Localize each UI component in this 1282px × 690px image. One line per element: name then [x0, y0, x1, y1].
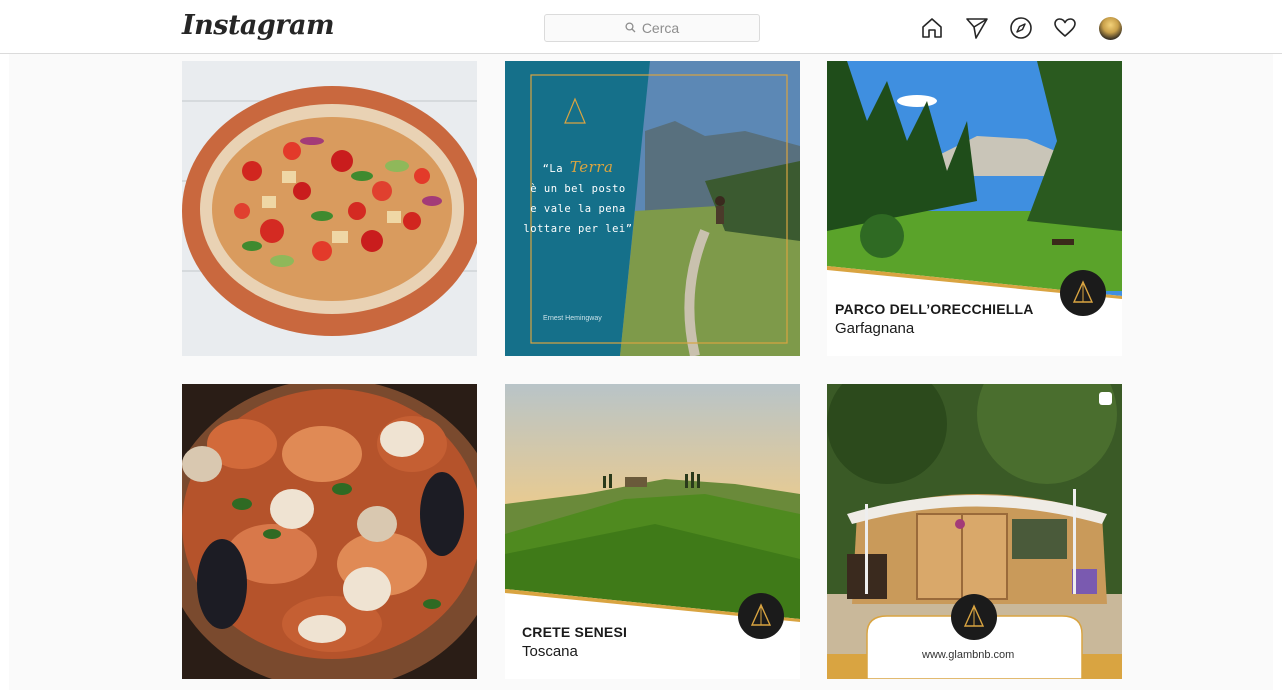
quote-line: lottare per lei”: [523, 223, 633, 235]
post-salad[interactable]: [182, 61, 477, 356]
profile-avatar[interactable]: [1099, 17, 1122, 40]
post-crete-senesi[interactable]: CRETE SENESI Toscana: [505, 384, 800, 679]
place-subtitle: Toscana: [522, 643, 578, 660]
seafood-image: [182, 384, 477, 679]
right-margin: [1273, 0, 1282, 690]
top-navigation-bar: Instagram Cerca: [0, 0, 1282, 54]
search-input[interactable]: Cerca: [544, 14, 760, 42]
multi-post-icon: [1099, 392, 1112, 405]
post-quote[interactable]: “La Terra è un bel posto e vale la pena …: [505, 61, 800, 356]
post-seafood[interactable]: [182, 384, 477, 679]
instagram-logo[interactable]: Instagram: [182, 10, 335, 41]
glambnb-badge: [951, 594, 997, 640]
salad-image: [182, 61, 477, 356]
quote-line: e vale la pena: [530, 203, 626, 215]
activity-icon[interactable]: [1053, 15, 1077, 41]
search-icon: [625, 20, 636, 36]
glambnb-badge: [1060, 270, 1106, 316]
quote-author: Ernest Hemingway: [543, 315, 602, 322]
quote-line: è un bel posto: [530, 183, 626, 195]
search-placeholder: Cerca: [641, 20, 680, 36]
quote-open: “La: [542, 163, 564, 175]
glambnb-badge: [738, 593, 784, 639]
post-orecchiella[interactable]: PARCO DELL’ORECCHIELLA Garfagnana: [827, 61, 1122, 356]
promo-url: www.glambnb.com: [922, 649, 1015, 661]
place-title: CRETE SENESI: [522, 624, 628, 640]
quote-text: “La Terra è un bel posto e vale la pena …: [523, 157, 633, 239]
home-icon[interactable]: [920, 15, 944, 41]
place-title: PARCO DELL’ORECCHIELLA: [835, 301, 1034, 317]
direct-icon[interactable]: [965, 15, 989, 41]
left-margin: [0, 0, 9, 690]
place-subtitle: Garfagnana: [835, 320, 915, 337]
explore-icon[interactable]: [1009, 15, 1033, 41]
quote-highlight: Terra: [569, 158, 614, 176]
post-yurt[interactable]: www.glambnb.com: [827, 384, 1122, 679]
